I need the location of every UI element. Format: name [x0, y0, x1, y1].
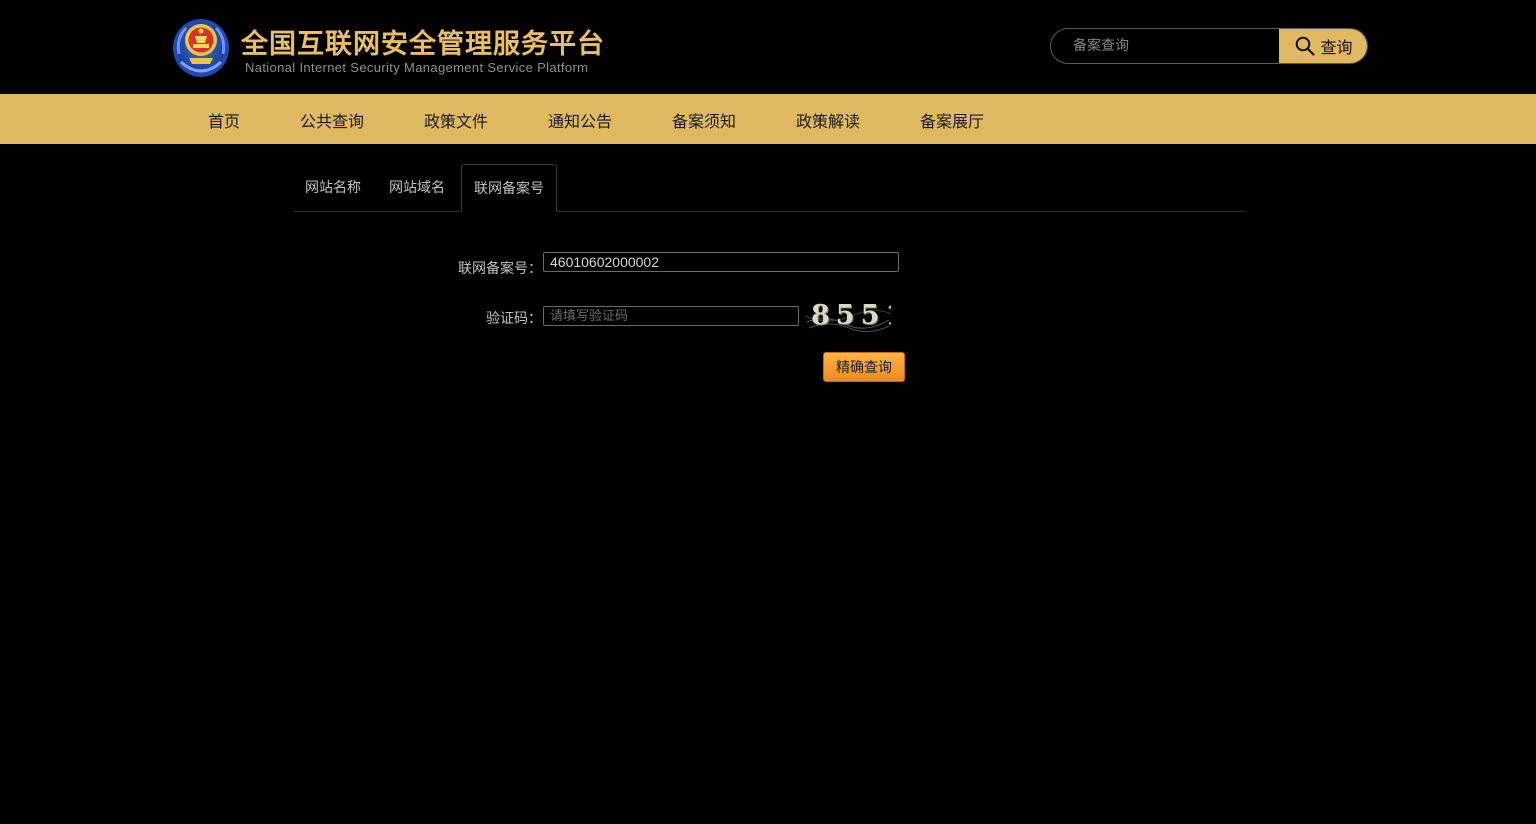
captcha-image[interactable]: 8551	[805, 300, 891, 332]
nav-item-policy-interpretation[interactable]: 政策解读	[796, 108, 860, 132]
main-nav: 首页 公共查询 政策文件 通知公告 备案须知 政策解读 备案展厅	[0, 94, 1536, 144]
search-button-label: 查询	[1320, 40, 1353, 57]
site-title: 全国互联网安全管理服务平台	[241, 29, 605, 60]
captcha-label: 验证码：	[486, 311, 542, 327]
nav-item-public-query[interactable]: 公共查询	[300, 108, 364, 132]
search-input[interactable]	[1051, 29, 1279, 63]
query-tabs: 网站名称 网站域名 联网备案号	[293, 164, 1245, 212]
exact-query-button[interactable]: 精确查询	[823, 352, 905, 382]
nav-item-home[interactable]: 首页	[208, 108, 240, 132]
captcha-input[interactable]	[543, 306, 799, 326]
search-icon	[1296, 36, 1316, 56]
search-box: 查询	[1050, 28, 1368, 64]
header: 全国互联网安全管理服务平台 National Internet Security…	[0, 0, 1536, 94]
search-button[interactable]: 查询	[1279, 29, 1367, 63]
tab-site-name[interactable]: 网站名称	[293, 164, 373, 212]
nav-item-filing-guide[interactable]: 备案须知	[672, 108, 736, 132]
police-emblem-icon	[173, 19, 229, 77]
record-number-input[interactable]	[543, 252, 899, 272]
record-number-label: 联网备案号：	[458, 261, 542, 277]
tab-record-number[interactable]: 联网备案号	[461, 164, 557, 212]
tab-site-domain[interactable]: 网站域名	[377, 164, 457, 212]
captcha-text: 8551	[811, 300, 891, 331]
nav-item-policy-docs[interactable]: 政策文件	[424, 108, 488, 132]
site-subtitle: National Internet Security Management Se…	[245, 60, 589, 75]
nav-item-notices[interactable]: 通知公告	[548, 108, 612, 132]
nav-item-filing-showcase[interactable]: 备案展厅	[920, 108, 984, 132]
